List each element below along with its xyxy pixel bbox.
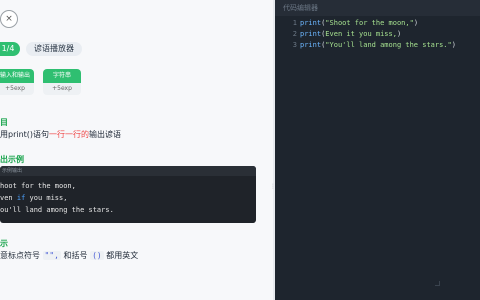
example-line-1: hoot for the moon, [0,182,76,190]
tip-code-quotes: "", [42,251,61,260]
progress-badge: 1/4 [0,42,20,56]
task-text-post: 输出谚语 [89,130,122,139]
tip-code-parens: () [90,251,104,260]
example-line-3: ou'll land among the stars. [0,206,114,214]
close-icon[interactable]: × [0,10,18,28]
task-text-highlight: 一行一行的 [49,130,90,139]
reward-card-string: 字符串 +5exp [43,69,81,95]
example-output-header: 示例输出 [0,166,256,176]
lesson-tag: 谚语播放器 [26,42,82,56]
drag-handle-icon[interactable]: ⋮ [270,184,276,195]
reward-label: 输入和输出 [0,69,34,83]
task-description: 用print()语句一行一行的输出谚语 [0,129,121,140]
reward-exp: +5exp [43,83,81,95]
reward-card-io: 输入和输出 +5exp [0,69,34,95]
code-editor[interactable]: 代码编辑器 1 print("Shoot for the moon,") 2 pri… [275,0,480,300]
lesson-panel: × 1/4 谚语播放器 输入和输出 +5exp 字符串 +5exp 目 用pri… [0,0,273,300]
tip-text: 意标点符号 "", 和括号 () 都用英文 [0,251,139,260]
editor-line-2[interactable]: 2 print(Even it you miss,) [275,29,401,39]
editor-line-1[interactable]: 1 print("Shoot for the moon,") [275,18,418,28]
example-output-box: 示例输出 hoot for the moon, ven if you miss,… [0,166,256,223]
resize-handle-icon[interactable] [435,281,440,286]
editor-line-3[interactable]: 3 print("You'll land among the stars.") [275,40,456,50]
task-text-pre: 用print()语句 [0,130,50,139]
reward-label: 字符串 [43,69,81,83]
example-line-2: ven if you miss, [0,194,68,202]
reward-exp: +5exp [0,83,34,95]
editor-title: 代码编辑器 [275,0,480,16]
example-title: 出示例 [0,155,24,164]
tip-title: 示 [0,239,8,248]
task-title: 目 [0,118,8,127]
